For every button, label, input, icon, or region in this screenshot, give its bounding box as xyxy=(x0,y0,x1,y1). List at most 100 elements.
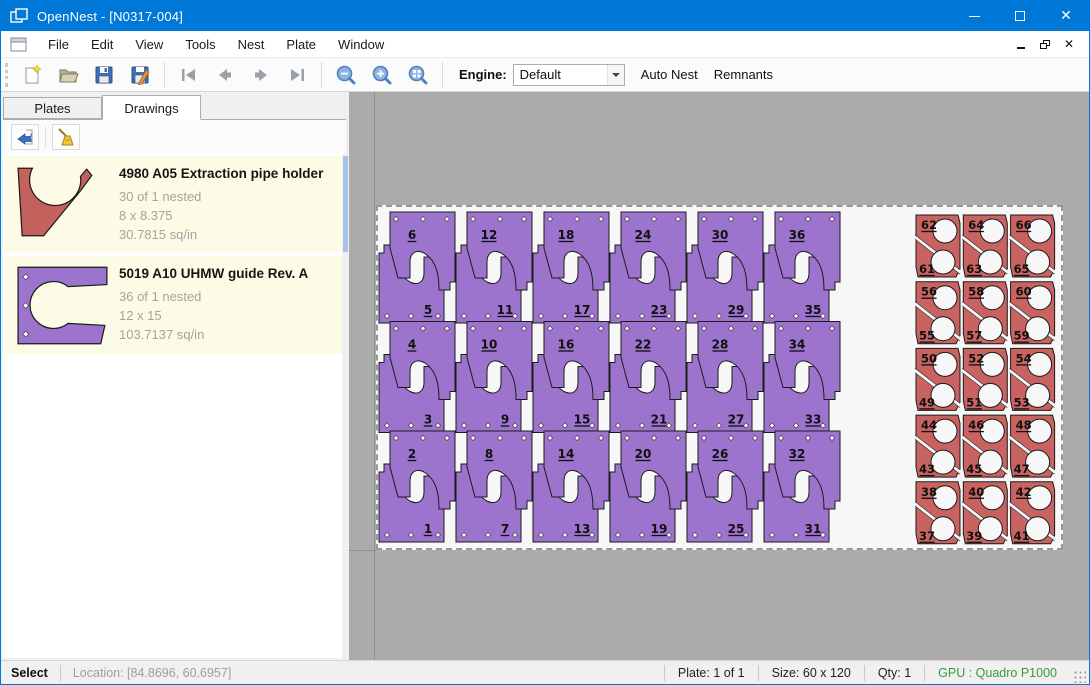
zoom-extents-button[interactable] xyxy=(400,60,436,90)
svg-text:10: 10 xyxy=(481,338,498,352)
purple-part-pair[interactable]: 1615 xyxy=(533,322,609,433)
svg-text:26: 26 xyxy=(712,447,729,461)
red-part-pair[interactable]: 3837 xyxy=(915,482,960,544)
tab-drawings[interactable]: Drawings xyxy=(102,95,201,120)
red-part-pair[interactable]: 5049 xyxy=(915,348,960,410)
menu-edit[interactable]: Edit xyxy=(80,31,124,57)
minimize-icon xyxy=(969,16,980,17)
drawing-info: 5019 A10 UHMW guide Rev. A 36 of 1 neste… xyxy=(119,264,338,346)
toolbar-grip[interactable] xyxy=(5,63,8,87)
scrollbar-thumb[interactable] xyxy=(343,156,348,252)
svg-text:51: 51 xyxy=(966,395,982,409)
purple-part-pair[interactable]: 109 xyxy=(456,322,532,433)
purple-part-pair[interactable]: 3433 xyxy=(764,322,840,433)
red-part-pair[interactable]: 6261 xyxy=(915,215,960,277)
purple-part-pair[interactable]: 2827 xyxy=(687,322,763,433)
save-button[interactable] xyxy=(86,60,122,90)
purple-part-pair[interactable]: 3231 xyxy=(764,431,840,542)
svg-text:27: 27 xyxy=(728,413,745,427)
red-part-pair[interactable]: 4241 xyxy=(1010,482,1055,544)
maximize-button[interactable] xyxy=(997,1,1043,31)
red-part-pair[interactable]: 6463 xyxy=(962,215,1007,277)
next-plate-button[interactable] xyxy=(243,60,279,90)
purple-part-pair[interactable]: 3029 xyxy=(687,212,763,323)
red-part-pair[interactable]: 6665 xyxy=(1010,215,1055,277)
purple-part-pair[interactable]: 65 xyxy=(379,212,455,323)
purple-part-pair[interactable]: 2625 xyxy=(687,431,763,542)
drawings-list: 4980 A05 Extraction pipe holder 30 of 1 … xyxy=(3,154,346,658)
tab-plates[interactable]: Plates xyxy=(3,97,102,119)
engine-combobox[interactable]: Default xyxy=(513,64,625,86)
purple-part-pair[interactable]: 2423 xyxy=(610,212,686,323)
purple-part-pair[interactable]: 1817 xyxy=(533,212,609,323)
purple-part-pair[interactable]: 43 xyxy=(379,322,455,433)
svg-text:54: 54 xyxy=(1016,351,1032,365)
resize-grip[interactable] xyxy=(1072,669,1086,683)
zoom-out-icon xyxy=(335,64,357,86)
drawing-list-item-1[interactable]: 4980 A05 Extraction pipe holder 30 of 1 … xyxy=(5,156,344,252)
purple-part-pair[interactable]: 2221 xyxy=(610,322,686,433)
mdi-minimize-button[interactable] xyxy=(1009,33,1033,55)
mdi-close-button[interactable]: ✕ xyxy=(1057,33,1081,55)
red-part-pair[interactable]: 4039 xyxy=(962,482,1007,544)
first-plate-button[interactable] xyxy=(171,60,207,90)
status-mode: Select xyxy=(1,666,60,680)
red-part-pair[interactable]: 4443 xyxy=(915,415,960,477)
mdi-close-icon: ✕ xyxy=(1064,37,1074,51)
drawing-list-item-2[interactable]: 5019 A10 UHMW guide Rev. A 36 of 1 neste… xyxy=(5,256,344,354)
auto-nest-button[interactable]: Auto Nest xyxy=(641,67,698,82)
mdi-restore-button[interactable] xyxy=(1033,33,1057,55)
open-button[interactable] xyxy=(50,60,86,90)
previous-plate-button[interactable] xyxy=(207,60,243,90)
clear-button[interactable] xyxy=(52,124,80,150)
plate[interactable]: 6512111817242330293635431091615222128273… xyxy=(376,205,1063,550)
mdi-document-icon[interactable] xyxy=(10,37,27,52)
last-plate-button[interactable] xyxy=(279,60,315,90)
menu-plate[interactable]: Plate xyxy=(275,31,327,57)
main-area: Plates Drawings xyxy=(1,92,1089,660)
purple-part-pair[interactable]: 21 xyxy=(379,431,455,542)
svg-text:39: 39 xyxy=(966,529,982,543)
menu-tools[interactable]: Tools xyxy=(174,31,226,57)
remnants-button[interactable]: Remnants xyxy=(714,67,773,82)
sidebar: Plates Drawings xyxy=(1,92,349,660)
menu-file[interactable]: File xyxy=(37,31,80,57)
zoom-out-button[interactable] xyxy=(328,60,364,90)
purple-part-pair[interactable]: 1413 xyxy=(533,431,609,542)
red-part-pair[interactable]: 5453 xyxy=(1010,348,1055,410)
red-part-pair[interactable]: 6059 xyxy=(1010,282,1055,344)
new-button[interactable] xyxy=(14,60,50,90)
purple-part-pair[interactable]: 1211 xyxy=(456,212,532,323)
toolbar-separator xyxy=(45,126,46,148)
svg-text:20: 20 xyxy=(635,447,652,461)
red-part-pair[interactable]: 4847 xyxy=(1010,415,1055,477)
menu-window[interactable]: Window xyxy=(327,31,395,57)
svg-text:13: 13 xyxy=(574,522,591,536)
close-button[interactable]: ✕ xyxy=(1043,1,1089,31)
red-part-pair[interactable]: 4645 xyxy=(962,415,1007,477)
red-part-pair[interactable]: 5251 xyxy=(962,348,1007,410)
svg-text:23: 23 xyxy=(651,303,668,317)
red-part-pair[interactable]: 5655 xyxy=(915,282,960,344)
toolbar-separator xyxy=(321,62,322,88)
purple-part-pair[interactable]: 3635 xyxy=(764,212,840,323)
title-bar: OpenNest - [N0317-004] ✕ xyxy=(1,1,1089,31)
svg-text:42: 42 xyxy=(1016,485,1032,499)
send-to-drawing-button[interactable] xyxy=(11,124,39,150)
nest-canvas[interactable]: 6512111817242330293635431091615222128273… xyxy=(349,92,1089,660)
menu-nest[interactable]: Nest xyxy=(227,31,276,57)
red-part-pair[interactable]: 5857 xyxy=(962,282,1007,344)
close-icon: ✕ xyxy=(1060,9,1072,23)
purple-part-pair[interactable]: 87 xyxy=(456,431,532,542)
sidebar-tabstrip: Plates Drawings xyxy=(1,92,349,119)
sidebar-scrollbar[interactable] xyxy=(342,154,349,660)
svg-text:48: 48 xyxy=(1016,418,1032,432)
svg-text:38: 38 xyxy=(921,485,937,499)
zoom-in-button[interactable] xyxy=(364,60,400,90)
combo-dropdown-area[interactable] xyxy=(607,65,624,85)
save-as-button[interactable] xyxy=(122,60,158,90)
menu-view[interactable]: View xyxy=(124,31,174,57)
purple-part-pair[interactable]: 2019 xyxy=(610,431,686,542)
svg-text:19: 19 xyxy=(651,522,668,536)
minimize-button[interactable] xyxy=(951,1,997,31)
